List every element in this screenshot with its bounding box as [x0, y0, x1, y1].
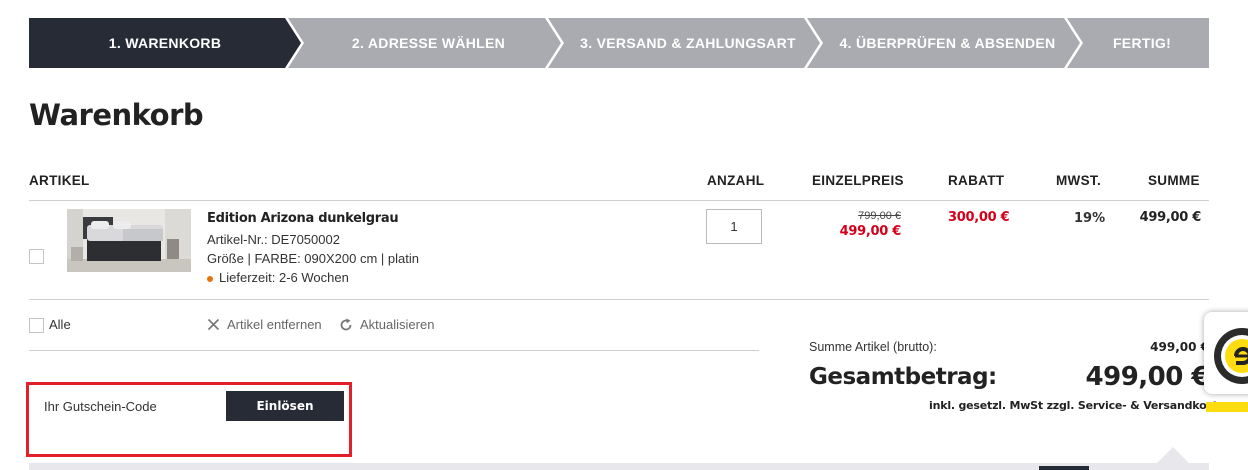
column-header-summe: SUMME	[1148, 173, 1200, 188]
trusted-shops-seal-icon	[1214, 328, 1248, 384]
product-image[interactable]	[67, 209, 191, 272]
step-label: 1. WARENKORB	[108, 35, 222, 51]
delivery-time-text: Lieferzeit: 2-6 Wochen	[219, 270, 349, 285]
old-price: 799,00 €	[858, 210, 901, 222]
tax-note: inkl. gesetzl. MwSt zzgl. Service- & Ver…	[929, 399, 1233, 412]
remove-item-button[interactable]: Artikel entfernen	[207, 317, 322, 332]
page-title: Warenkorb	[29, 98, 204, 132]
step-versand[interactable]: 3. VERSAND & ZAHLUNGSART	[548, 18, 820, 68]
trusted-shops-accent	[1206, 402, 1248, 412]
step-fertig: FERTIG!	[1067, 18, 1209, 68]
delivery-time: Lieferzeit: 2-6 Wochen	[207, 270, 349, 285]
discount-value: 300,00 €	[948, 210, 1010, 225]
product-variant: Größe | FARBE: 090X200 cm | platin	[207, 251, 419, 266]
bottom-dark-block	[1039, 466, 1089, 470]
voucher-code-input[interactable]	[44, 392, 224, 420]
subtotal-value: 499,00 €	[1150, 340, 1209, 354]
item-checkbox[interactable]	[29, 249, 44, 264]
unit-price: 499,00 €	[839, 224, 902, 239]
subtotal-label: Summe Artikel (brutto):	[809, 340, 937, 354]
step-ueberpruefen[interactable]: 4. ÜBERPRÜFEN & ABSENDEN	[807, 18, 1080, 68]
close-icon	[207, 318, 220, 331]
bottom-notch	[1156, 447, 1190, 464]
select-all-checkbox[interactable]	[29, 318, 44, 333]
refresh-icon	[340, 318, 352, 330]
trusted-shops-badge[interactable]	[1204, 312, 1248, 394]
divider	[29, 200, 1209, 201]
grand-total-value: 499,00 €	[1085, 362, 1210, 392]
bottom-bar	[29, 463, 1209, 470]
row-total: 499,00 €	[1139, 210, 1202, 225]
product-name[interactable]: Edition Arizona dunkelgrau	[207, 211, 399, 226]
article-number: Artikel-Nr.: DE7050002	[207, 232, 340, 247]
vat-value: 19%	[1074, 211, 1106, 226]
step-label: 2. ADRESSE WÄHLEN	[351, 35, 506, 51]
delivery-status-dot-icon	[207, 275, 213, 282]
column-header-mwst: MWST.	[1056, 173, 1101, 188]
step-warenkorb[interactable]: 1. WARENKORB	[29, 18, 301, 68]
update-cart-label: Aktualisieren	[360, 317, 435, 332]
quantity-input[interactable]	[706, 209, 762, 244]
column-header-einzelpreis: EINZELPREIS	[812, 173, 904, 188]
grand-total-label: Gesamtbetrag:	[809, 364, 997, 390]
step-label: 4. ÜBERPRÜFEN & ABSENDEN	[839, 35, 1056, 51]
redeem-voucher-button[interactable]: Einlösen	[226, 391, 344, 421]
update-cart-button[interactable]: Aktualisieren	[339, 317, 434, 332]
select-all-label[interactable]: Alle	[49, 317, 71, 332]
bed-image	[67, 209, 191, 272]
checkout-steps: 1. WARENKORB 2. ADRESSE WÄHLEN 3. VERSAN…	[29, 18, 1209, 68]
divider	[29, 299, 1209, 300]
column-header-anzahl: ANZAHL	[707, 173, 765, 188]
divider	[29, 350, 759, 351]
step-adresse[interactable]: 2. ADRESSE WÄHLEN	[288, 18, 561, 68]
step-label: FERTIG!	[1112, 35, 1172, 51]
column-header-rabatt: RABATT	[948, 173, 1005, 188]
remove-item-label: Artikel entfernen	[227, 317, 322, 332]
step-label: 3. VERSAND & ZAHLUNGSART	[580, 35, 796, 51]
column-header-artikel: ARTIKEL	[29, 173, 90, 188]
